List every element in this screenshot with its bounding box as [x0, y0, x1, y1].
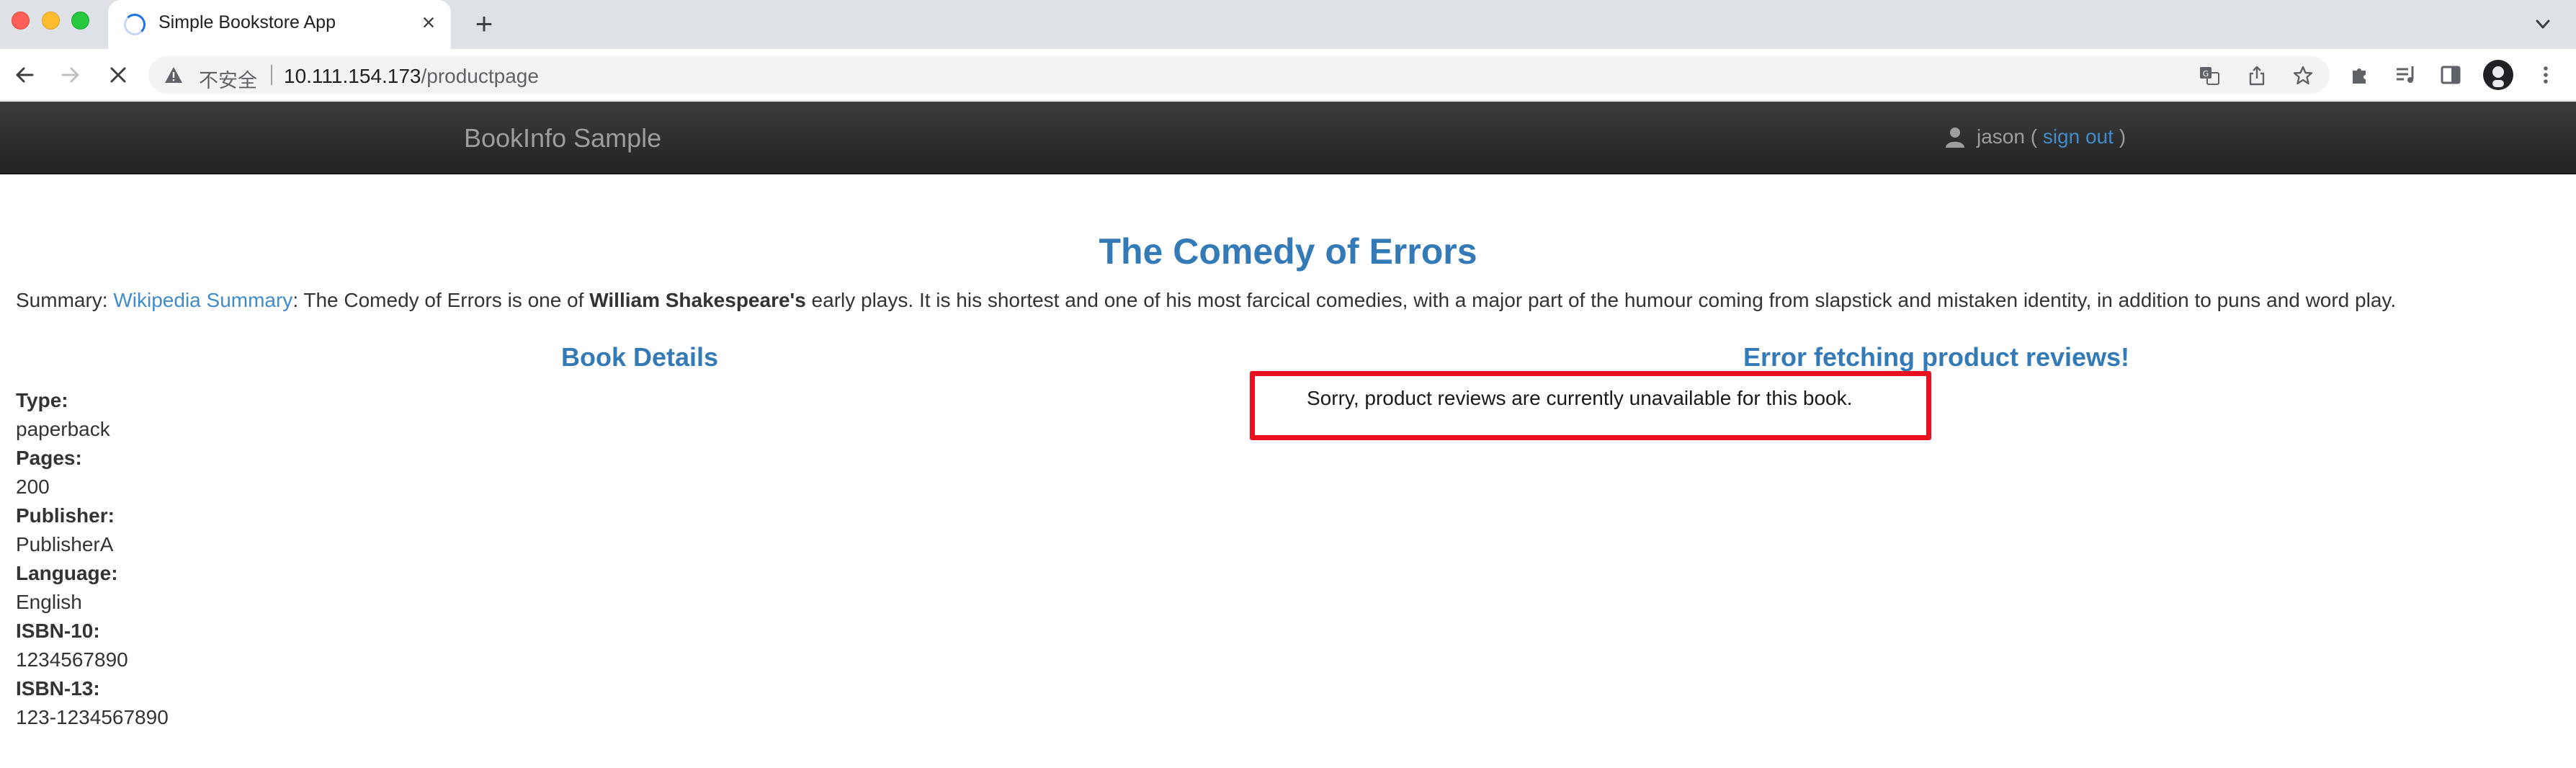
detail-value-pages: 200	[16, 475, 50, 498]
svg-text:G: G	[2203, 69, 2209, 79]
window-zoom-button[interactable]	[71, 12, 89, 30]
reviews-unavailable-message: Sorry, product reviews are currently una…	[1307, 387, 1853, 409]
url-text[interactable]: 10.111.154.173/productpage	[284, 65, 539, 88]
detail-value-type: paperback	[16, 418, 110, 440]
address-separator	[271, 65, 272, 85]
sign-out-link[interactable]: sign out	[2043, 125, 2114, 148]
detail-label-isbn10: ISBN-10:	[16, 620, 100, 642]
book-summary: Summary: Wikipedia Summary: The Comedy o…	[16, 289, 2396, 312]
back-icon[interactable]	[12, 62, 37, 88]
url-host: 10.111.154.173	[284, 65, 421, 87]
summary-author: William Shakespeare's	[589, 289, 806, 311]
side-panel-icon[interactable]	[2438, 62, 2464, 88]
book-title: The Comedy of Errors	[1099, 231, 1477, 272]
tab-list-icon[interactable]	[2528, 10, 2557, 39]
browser-menu-icon[interactable]	[2533, 62, 2559, 88]
navbar-brand[interactable]: BookInfo Sample	[464, 123, 661, 153]
detail-value-isbn10: 1234567890	[16, 648, 128, 671]
site-navbar: BookInfo Sample jason ( sign out )	[0, 102, 2576, 174]
user-icon	[1946, 128, 1964, 148]
new-tab-button[interactable]: +	[468, 9, 500, 40]
tab-title: Simple Bookstore App	[158, 12, 336, 32]
loading-spinner-icon	[124, 14, 146, 35]
browser-toolbar: 不安全 10.111.154.173/productpage G	[0, 49, 2576, 101]
profile-avatar[interactable]	[2483, 60, 2513, 90]
tab-close-icon[interactable]: ×	[416, 10, 441, 35]
share-icon[interactable]	[2246, 65, 2268, 86]
user-name: jason (	[1977, 125, 2038, 148]
book-details-heading: Book Details	[560, 342, 719, 372]
media-control-icon[interactable]	[2393, 62, 2419, 88]
reviews-error-heading: Error fetching product reviews!	[1743, 342, 2130, 372]
detail-label-publisher: Publisher:	[16, 504, 115, 527]
user-info: jason ( sign out )	[1945, 125, 2126, 148]
summary-text-rest: early plays. It is his shortest and one …	[805, 289, 2397, 311]
security-label[interactable]: 不安全	[199, 65, 257, 93]
detail-value-language: English	[16, 591, 82, 613]
address-bar[interactable]: 不安全 10.111.154.173/productpage G	[148, 56, 2330, 94]
book-details-list: Type: paperback Pages: 200 Publisher: Pu…	[16, 386, 169, 732]
window-minimize-button[interactable]	[42, 12, 60, 30]
detail-value-isbn13: 123-1234567890	[16, 706, 169, 728]
url-path: /productpage	[421, 65, 539, 87]
user-close-paren: )	[2119, 125, 2126, 148]
browser-tab-active[interactable]: Simple Bookstore App ×	[108, 0, 451, 49]
browser-tab-strip: Simple Bookstore App × +	[0, 0, 2576, 49]
extensions-icon[interactable]	[2347, 62, 2373, 88]
bookmark-star-icon[interactable]	[2292, 65, 2314, 86]
summary-text: : The Comedy of Errors is one of	[292, 289, 590, 311]
detail-label-isbn13: ISBN-13:	[16, 677, 100, 700]
detail-label-pages: Pages:	[16, 447, 82, 469]
translate-icon[interactable]: G	[2199, 65, 2220, 86]
window-close-button[interactable]	[12, 12, 30, 30]
warning-icon[interactable]	[164, 66, 183, 84]
detail-label-language: Language:	[16, 562, 118, 584]
summary-prefix: Summary:	[16, 289, 114, 311]
stop-loading-icon[interactable]	[105, 62, 131, 88]
detail-label-type: Type:	[16, 389, 68, 411]
avatar-glyph-icon	[2492, 66, 2504, 87]
detail-value-publisher: PublisherA	[16, 533, 114, 555]
wikipedia-summary-link[interactable]: Wikipedia Summary	[113, 289, 292, 311]
forward-icon[interactable]	[58, 62, 84, 88]
